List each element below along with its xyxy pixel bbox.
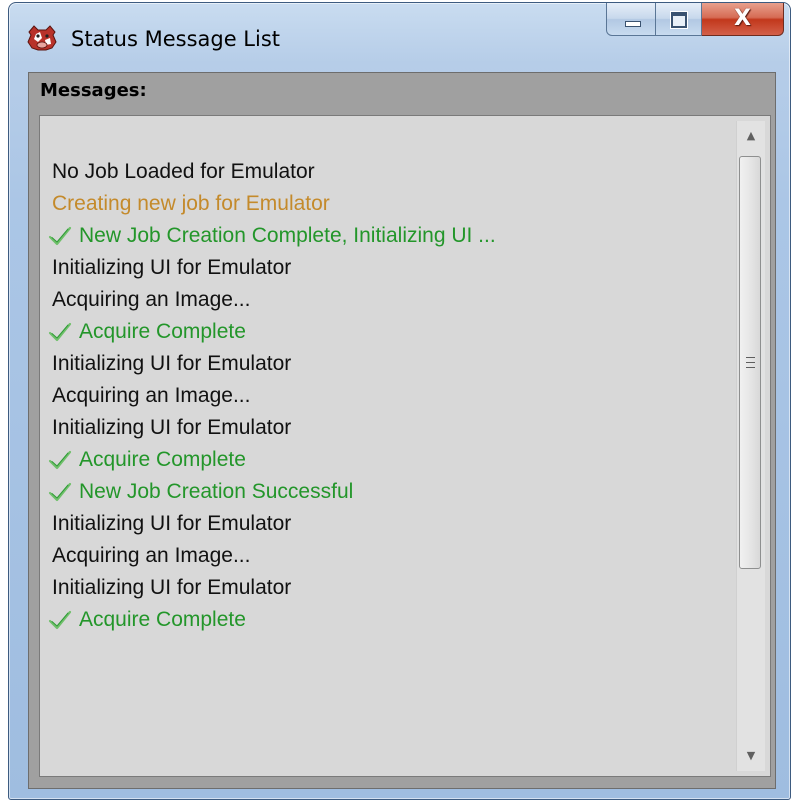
close-icon: X bbox=[734, 6, 751, 31]
messages-panel: Messages: No Job Loaded for Emulator Crea… bbox=[28, 72, 776, 789]
message-text: Initializing UI for Emulator bbox=[52, 512, 292, 535]
thumb-grip-icon bbox=[746, 357, 755, 368]
checkmark-icon bbox=[48, 481, 72, 503]
message-list: No Job Loaded for Emulator Creating new j… bbox=[48, 156, 496, 636]
message-item[interactable]: Acquiring an Image... bbox=[48, 380, 496, 412]
close-button[interactable]: X bbox=[702, 3, 784, 36]
checkmark-icon bbox=[48, 449, 72, 471]
messages-label: Messages: bbox=[40, 80, 147, 101]
message-item[interactable]: Initializing UI for Emulator bbox=[48, 572, 496, 604]
message-item[interactable]: Creating new job for Emulator bbox=[48, 188, 496, 220]
message-text: Acquire Complete bbox=[79, 608, 246, 631]
maximize-icon bbox=[671, 12, 687, 28]
message-item[interactable]: Initializing UI for Emulator bbox=[48, 508, 496, 540]
checkmark-icon bbox=[48, 225, 72, 247]
message-text: Acquiring an Image... bbox=[52, 288, 251, 311]
message-text: New Job Creation Successful bbox=[79, 480, 354, 503]
message-text: New Job Creation Complete, Initializing … bbox=[79, 224, 496, 247]
message-item[interactable]: Acquiring an Image... bbox=[48, 284, 496, 316]
message-item[interactable]: New Job Creation Successful bbox=[48, 476, 496, 508]
title-bar[interactable]: Status Message List X bbox=[9, 3, 790, 71]
message-text: No Job Loaded for Emulator bbox=[52, 160, 315, 183]
message-text: Initializing UI for Emulator bbox=[52, 416, 292, 439]
message-item[interactable]: Initializing UI for Emulator bbox=[48, 348, 496, 380]
scroll-up-arrow[interactable]: ▲ bbox=[737, 121, 765, 151]
window-title: Status Message List bbox=[71, 27, 281, 51]
message-item[interactable]: No Job Loaded for Emulator bbox=[48, 156, 496, 188]
message-text: Initializing UI for Emulator bbox=[52, 256, 292, 279]
checkmark-icon bbox=[48, 609, 72, 631]
caption-buttons: X bbox=[606, 3, 784, 37]
minimize-icon bbox=[625, 21, 641, 27]
message-text: Acquiring an Image... bbox=[52, 384, 251, 407]
message-item[interactable]: Acquire Complete bbox=[48, 316, 496, 348]
checkmark-icon bbox=[48, 321, 72, 343]
message-text: Acquire Complete bbox=[79, 448, 246, 471]
message-item[interactable]: New Job Creation Complete, Initializing … bbox=[48, 220, 496, 252]
message-text: Creating new job for Emulator bbox=[52, 192, 330, 215]
message-item[interactable]: Initializing UI for Emulator bbox=[48, 252, 496, 284]
message-item[interactable]: Acquire Complete bbox=[48, 604, 496, 636]
vertical-scrollbar[interactable]: ▲ ▼ bbox=[736, 121, 765, 771]
message-text: Initializing UI for Emulator bbox=[52, 352, 292, 375]
scrollbar-thumb[interactable] bbox=[739, 156, 761, 569]
cow-app-icon bbox=[27, 25, 57, 51]
message-text: Acquire Complete bbox=[79, 320, 246, 343]
scroll-down-arrow[interactable]: ▼ bbox=[737, 741, 765, 771]
maximize-button[interactable] bbox=[656, 3, 702, 36]
message-item[interactable]: Acquire Complete bbox=[48, 444, 496, 476]
message-item[interactable]: Initializing UI for Emulator bbox=[48, 412, 496, 444]
message-item[interactable]: Acquiring an Image... bbox=[48, 540, 496, 572]
minimize-button[interactable] bbox=[606, 3, 656, 36]
message-list-box[interactable]: No Job Loaded for Emulator Creating new j… bbox=[39, 115, 771, 777]
message-text: Acquiring an Image... bbox=[52, 544, 251, 567]
message-text: Initializing UI for Emulator bbox=[52, 576, 292, 599]
status-message-window: Status Message List X Messages: No Job L… bbox=[8, 2, 791, 800]
